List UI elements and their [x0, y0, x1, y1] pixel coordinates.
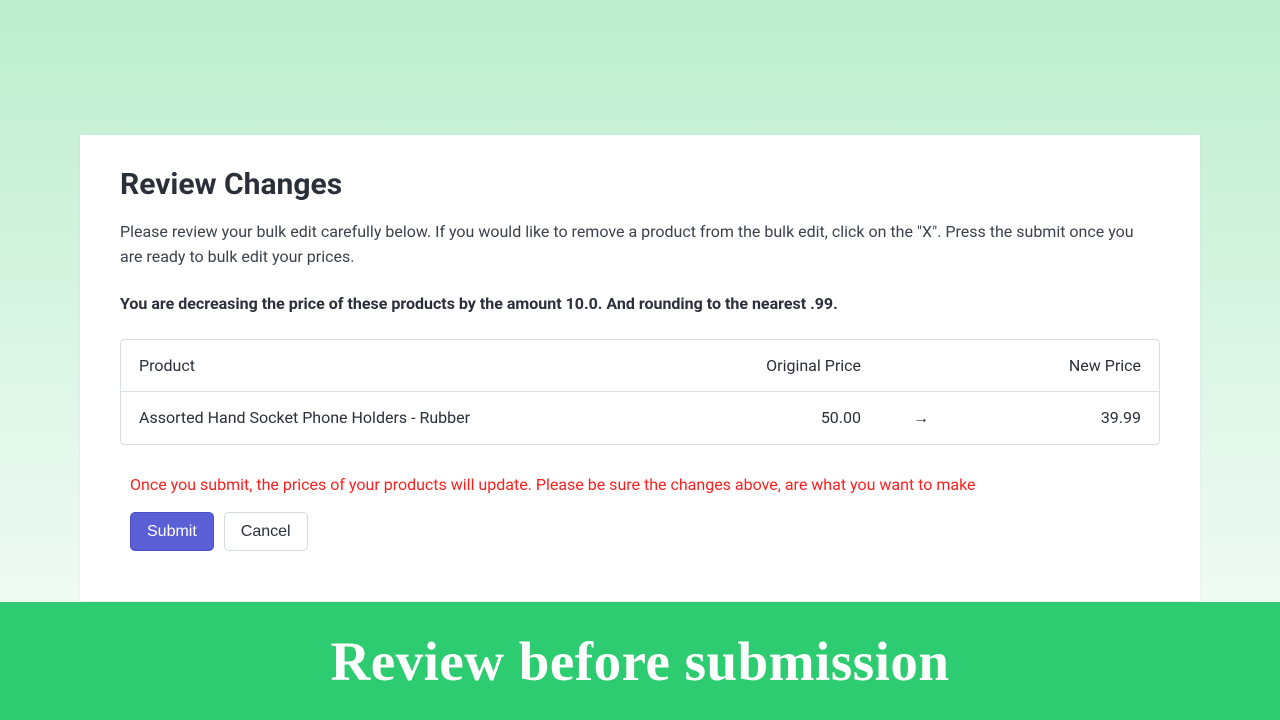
- warning-text: Once you submit, the prices of your prod…: [130, 475, 1160, 494]
- edit-summary: You are decreasing the price of these pr…: [120, 294, 1160, 313]
- th-product: Product: [139, 356, 681, 375]
- arrow-icon: →: [861, 408, 981, 428]
- th-new-price: New Price: [981, 356, 1141, 375]
- table-header-row: Product Original Price New Price: [121, 340, 1159, 392]
- action-buttons: Submit Cancel: [130, 512, 1160, 551]
- th-original-price: Original Price: [681, 356, 861, 375]
- cell-product-name: Assorted Hand Socket Phone Holders - Rub…: [139, 408, 681, 427]
- review-card: Review Changes Please review your bulk e…: [80, 135, 1200, 601]
- cell-original-price: 50.00: [681, 408, 861, 427]
- cancel-button[interactable]: Cancel: [224, 512, 308, 551]
- footer-banner: Review before submission: [0, 602, 1280, 720]
- price-table: Product Original Price New Price Assorte…: [120, 339, 1160, 445]
- page-title: Review Changes: [120, 167, 1160, 202]
- intro-text: Please review your bulk edit carefully b…: [120, 220, 1160, 270]
- table-row: Assorted Hand Socket Phone Holders - Rub…: [121, 392, 1159, 444]
- submit-button[interactable]: Submit: [130, 512, 214, 551]
- banner-text: Review before submission: [330, 630, 949, 693]
- cell-new-price: 39.99: [981, 408, 1141, 427]
